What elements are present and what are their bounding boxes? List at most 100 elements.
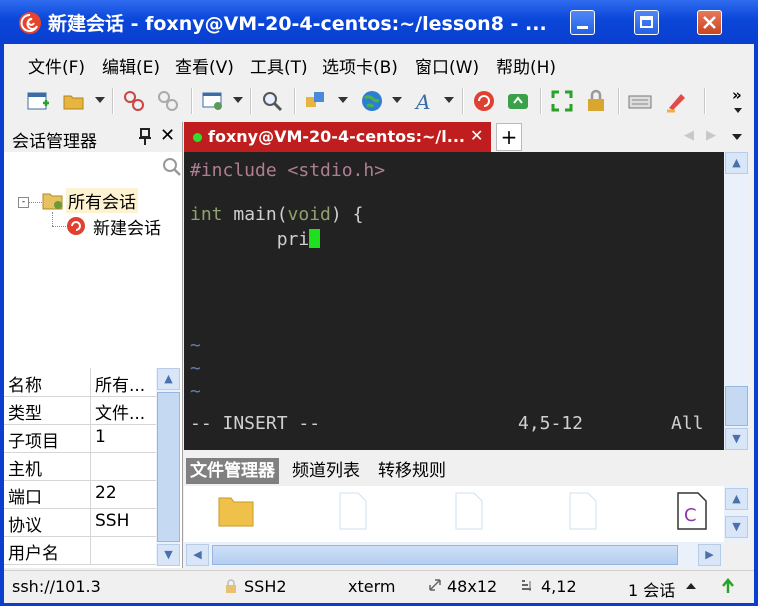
chevron-down-icon[interactable] — [95, 97, 105, 103]
scroll-thumb[interactable] — [157, 392, 180, 542]
disconnect-icon[interactable] — [156, 89, 180, 113]
svg-text:A: A — [414, 90, 430, 113]
c-source-file-icon[interactable]: C — [674, 492, 710, 530]
fullscreen-icon[interactable] — [550, 89, 574, 113]
scroll-up-button[interactable]: ▲ — [725, 152, 748, 174]
keyword: int — [190, 204, 223, 225]
close-button[interactable] — [697, 10, 722, 35]
folder-icon[interactable] — [218, 492, 254, 530]
file-panel-tabs: 文件管理器 频道列表 转移规则 — [184, 454, 754, 486]
tab-file-manager[interactable]: 文件管理器 — [186, 458, 279, 484]
property-key: 名称 — [8, 376, 42, 396]
code-line: int main(void) { — [190, 204, 363, 225]
xftp-icon[interactable] — [506, 89, 530, 113]
session-search-input[interactable] — [8, 155, 182, 179]
pin-icon[interactable] — [138, 128, 152, 146]
property-row: 主机 — [4, 452, 156, 481]
file-icon[interactable] — [450, 492, 486, 530]
minimize-button[interactable] — [570, 10, 595, 35]
chevron-down-icon[interactable] — [734, 108, 742, 113]
panel-close-button[interactable]: ✕ — [160, 125, 175, 146]
keyboard-icon[interactable] — [628, 89, 652, 113]
properties-scrollbar[interactable]: ▲ ▼ — [156, 368, 180, 566]
scroll-down-button[interactable]: ▼ — [725, 516, 748, 538]
status-bar: ssh://101.3 SSH2 xterm 48x12 4,12 1 会话 — [4, 570, 754, 603]
chevron-up-icon[interactable] — [686, 583, 696, 589]
menu-help[interactable]: 帮助(H) — [496, 53, 556, 78]
lock-icon[interactable] — [584, 89, 608, 113]
chevron-down-icon[interactable] — [392, 97, 402, 103]
layout-icon[interactable] — [304, 89, 328, 113]
scroll-up-button[interactable]: ▲ — [725, 488, 748, 510]
highlight-icon[interactable] — [664, 89, 688, 113]
code-text: main( — [222, 204, 288, 225]
close-icon — [703, 16, 716, 29]
terminal-view[interactable]: #include <stdio.h> int main(void) { pri … — [184, 152, 724, 450]
maximize-button[interactable] — [634, 10, 659, 35]
search-icon[interactable] — [260, 89, 284, 113]
menu-bar: 文件(F) 编辑(E) 查看(V) 工具(T) 选项卡(B) 窗口(W) 帮助(… — [4, 44, 754, 82]
property-value: 1 — [95, 427, 106, 447]
property-key: 协议 — [8, 516, 42, 536]
file-list-scrollbar[interactable]: ▲ ▼ — [724, 486, 750, 542]
scroll-right-button[interactable]: ▶ — [698, 544, 721, 566]
panel-header: 会话管理器 ✕ — [4, 122, 182, 152]
connect-icon[interactable] — [122, 89, 146, 113]
scroll-thumb[interactable] — [725, 386, 748, 426]
file-icon[interactable] — [334, 492, 370, 530]
scroll-down-button[interactable]: ▼ — [725, 428, 748, 450]
property-row: 名称 所有... — [4, 368, 156, 397]
status-cursor-position: 4,12 — [541, 577, 577, 596]
chevron-down-icon[interactable] — [338, 97, 348, 103]
property-key: 子项目 — [8, 432, 59, 452]
open-folder-icon[interactable] — [62, 89, 86, 113]
new-session-icon[interactable] — [26, 89, 50, 113]
chevron-down-icon[interactable] — [444, 97, 454, 103]
scroll-thumb[interactable] — [212, 545, 678, 565]
toolbar-overflow-icon[interactable]: » — [732, 86, 742, 104]
scroll-up-button[interactable]: ▲ — [157, 368, 180, 390]
scroll-left-button[interactable]: ◀ — [186, 544, 209, 566]
menu-tools[interactable]: 工具(T) — [250, 53, 308, 78]
property-key: 主机 — [8, 460, 42, 480]
new-tab-button[interactable]: + — [496, 123, 522, 151]
chevron-down-icon[interactable] — [233, 97, 243, 103]
status-session-count[interactable]: 1 会话 — [628, 577, 675, 601]
search-icon[interactable] — [162, 157, 182, 177]
title-bar[interactable]: 新建会话 - foxny@VM-20-4-centos:~/lesson8 - … — [0, 0, 758, 44]
property-value: 文件... — [95, 404, 146, 424]
tab-session[interactable]: foxny@VM-20-4-centos:~/l... ✕ — [184, 122, 491, 152]
file-list-hscrollbar[interactable]: ◀ ▶ — [184, 542, 724, 568]
tab-scroll-left-icon[interactable]: ◀ — [684, 128, 694, 143]
scroll-down-button[interactable]: ▼ — [157, 544, 180, 566]
toolbar: A » — [4, 82, 754, 122]
file-icon[interactable] — [564, 492, 600, 530]
upload-arrow-icon[interactable] — [721, 578, 735, 594]
terminal-scrollbar[interactable]: ▲ ▼ — [724, 152, 750, 450]
globe-icon[interactable] — [360, 89, 384, 113]
tab-channel-list[interactable]: 频道列表 — [288, 458, 364, 484]
code-text: ) { — [330, 204, 364, 225]
empty-line-tilde: ~ — [190, 358, 201, 379]
tree-item-new-session[interactable]: 新建会话 — [93, 214, 161, 239]
column-divider — [90, 368, 91, 396]
properties-icon[interactable] — [201, 89, 225, 113]
tab-transfer-rules[interactable]: 转移规则 — [374, 458, 450, 484]
xshell-icon[interactable] — [472, 89, 496, 113]
window-title: 新建会话 - foxny@VM-20-4-centos:~/lesson8 - … — [48, 13, 547, 35]
tree-item-all-sessions[interactable]: 所有会话 — [66, 188, 138, 213]
tab-list-dropdown-icon[interactable] — [732, 134, 742, 140]
empty-line-tilde: ~ — [190, 381, 201, 402]
font-icon[interactable]: A — [414, 89, 438, 113]
menu-file[interactable]: 文件(F) — [28, 53, 85, 78]
vim-cursor-position: 4,5-12 — [518, 413, 584, 434]
menu-tabs[interactable]: 选项卡(B) — [322, 53, 398, 78]
tree-line — [28, 202, 42, 203]
text-cursor — [309, 229, 321, 248]
column-divider — [90, 452, 91, 480]
menu-edit[interactable]: 编辑(E) — [102, 53, 160, 78]
tab-scroll-right-icon[interactable]: ▶ — [706, 128, 716, 143]
menu-view[interactable]: 查看(V) — [175, 53, 234, 78]
tab-close-button[interactable]: ✕ — [470, 126, 483, 145]
menu-window[interactable]: 窗口(W) — [415, 53, 479, 78]
